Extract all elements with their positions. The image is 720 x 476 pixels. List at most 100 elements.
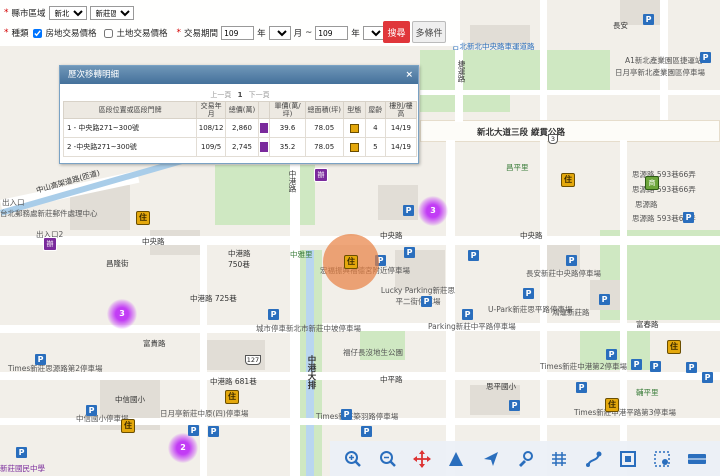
- route-shield: 3: [548, 134, 558, 144]
- close-icon[interactable]: ×: [405, 66, 413, 84]
- dialog-title: 歷次移轉明細: [68, 70, 120, 80]
- poi-label: 長安: [613, 21, 628, 30]
- zoom-in-icon[interactable]: [343, 449, 363, 469]
- poi-label: 城市停車新北市新莊中坡停車場: [256, 324, 361, 333]
- parking-icon[interactable]: P: [576, 382, 587, 393]
- cluster-marker[interactable]: 2: [168, 433, 198, 463]
- parking-icon[interactable]: P: [631, 359, 642, 370]
- district-label: 中雅里: [290, 250, 313, 259]
- house-icon[interactable]: 住: [667, 340, 681, 354]
- detail-cell[interactable]: [258, 137, 271, 157]
- parking-icon[interactable]: P: [16, 447, 27, 458]
- cluster-marker[interactable]: 3: [107, 299, 137, 329]
- district-select[interactable]: 新莊區: [89, 6, 134, 20]
- road-label: 中央路: [142, 237, 165, 246]
- green-area: [215, 165, 315, 225]
- floor-cell: 14/19: [384, 137, 418, 157]
- region-row: * 縣市區域 新北市 新莊區: [4, 6, 134, 20]
- road-h: [0, 325, 300, 333]
- area-cell: 78.05: [304, 137, 344, 157]
- road-label: 思源路 593巷66弄: [632, 170, 696, 179]
- house-icon[interactable]: 住: [136, 211, 150, 225]
- cluster-marker[interactable]: 3: [418, 196, 448, 226]
- search-button[interactable]: 搜尋: [383, 21, 410, 43]
- total-cell: 2,860: [224, 118, 260, 138]
- poi-label: 日月亭新北產業園區停車場: [615, 68, 705, 77]
- house-icon[interactable]: 住: [561, 173, 575, 187]
- query-bar: * 縣市區域 新北市 新莊區 * 種類 房地交易價格 土地交易價格 * 交易期間…: [0, 0, 460, 46]
- house-icon[interactable]: 住: [605, 398, 619, 412]
- locate-icon[interactable]: [481, 449, 501, 469]
- next-page-link[interactable]: 下一頁: [249, 91, 270, 99]
- to-year-input[interactable]: [315, 26, 349, 40]
- parking-icon[interactable]: P: [404, 247, 415, 258]
- road-v: [446, 140, 455, 476]
- measure-area-icon[interactable]: [446, 449, 466, 469]
- date-cell: 108/12: [196, 118, 226, 138]
- parking-icon[interactable]: P: [35, 354, 46, 365]
- road-label: 富春路: [636, 320, 659, 329]
- green-area: [420, 50, 610, 90]
- road-h: [0, 372, 720, 380]
- draw-icon[interactable]: [515, 449, 535, 469]
- multi-condition-button[interactable]: 多條件: [412, 21, 446, 43]
- poi-label: Times新莊築羽路停車場: [316, 412, 399, 421]
- detail-cell[interactable]: [258, 118, 271, 138]
- route-icon[interactable]: [584, 449, 604, 469]
- poi-label: 思平國小: [486, 382, 516, 391]
- city-select[interactable]: 新北市: [48, 6, 87, 20]
- house-icon[interactable]: 住: [225, 390, 239, 404]
- table-row[interactable]: 1 - 中央路271~300號 108/12 2,860 39.6 78.05 …: [62, 118, 418, 138]
- type-house-checkbox[interactable]: [32, 28, 42, 38]
- parking-icon[interactable]: P: [566, 255, 577, 266]
- required-mark: *: [4, 28, 9, 38]
- parking-icon[interactable]: P: [341, 409, 352, 420]
- parking-icon[interactable]: P: [86, 405, 97, 416]
- office-icon[interactable]: 辦: [314, 168, 328, 182]
- market-icon[interactable]: 商: [645, 176, 659, 190]
- detail-icon[interactable]: [260, 142, 269, 152]
- parking-icon[interactable]: P: [702, 372, 713, 383]
- parking-icon[interactable]: P: [361, 426, 372, 437]
- parking-icon[interactable]: P: [683, 212, 694, 223]
- parking-icon[interactable]: P: [700, 52, 711, 63]
- parking-icon[interactable]: P: [208, 426, 219, 437]
- detail-icon[interactable]: [260, 123, 269, 133]
- house-icon[interactable]: 住: [121, 419, 135, 433]
- prev-page-link[interactable]: 上一頁: [210, 91, 231, 99]
- parking-icon[interactable]: P: [686, 362, 697, 373]
- parking-icon[interactable]: P: [599, 294, 610, 305]
- parking-icon[interactable]: P: [403, 205, 414, 216]
- type-land-checkbox[interactable]: [103, 28, 113, 38]
- parking-icon[interactable]: P: [606, 349, 617, 360]
- pan-icon[interactable]: [412, 449, 432, 469]
- select-icon[interactable]: [652, 449, 672, 469]
- parking-icon[interactable]: P: [462, 309, 473, 320]
- office-icon[interactable]: 辦: [43, 237, 57, 251]
- parking-icon[interactable]: P: [643, 14, 654, 25]
- parking-icon[interactable]: P: [650, 361, 661, 372]
- parking-icon[interactable]: P: [523, 288, 534, 299]
- map-toolbar: [330, 441, 720, 476]
- parking-icon[interactable]: P: [421, 296, 432, 307]
- to-month-select[interactable]: 6: [362, 26, 385, 40]
- zoom-out-icon[interactable]: [378, 449, 398, 469]
- road-label: 思源路 593巷66弄: [632, 185, 696, 194]
- from-year-input[interactable]: [221, 26, 255, 40]
- selected-house-icon[interactable]: 住: [344, 255, 358, 269]
- house-type-icon: [349, 123, 359, 133]
- poi-label: Parking新莊中平路停車場: [428, 322, 516, 331]
- col-header: [258, 101, 271, 119]
- table-row[interactable]: 2 -中央路271~300號 109/5 2,745 35.2 78.05 5 …: [62, 137, 418, 157]
- type-cell: [342, 137, 366, 157]
- poi-label: 新莊國民中學: [0, 464, 45, 473]
- layers-icon[interactable]: [549, 449, 569, 469]
- basemap-icon[interactable]: [687, 449, 707, 469]
- poi-label: 出入口: [2, 198, 25, 207]
- road-label: 富貴路: [143, 339, 166, 348]
- parking-icon[interactable]: P: [509, 400, 520, 411]
- full-extent-icon[interactable]: [618, 449, 638, 469]
- parking-icon[interactable]: P: [468, 250, 479, 261]
- from-month-select[interactable]: 5: [268, 26, 291, 40]
- parking-icon[interactable]: P: [268, 309, 279, 320]
